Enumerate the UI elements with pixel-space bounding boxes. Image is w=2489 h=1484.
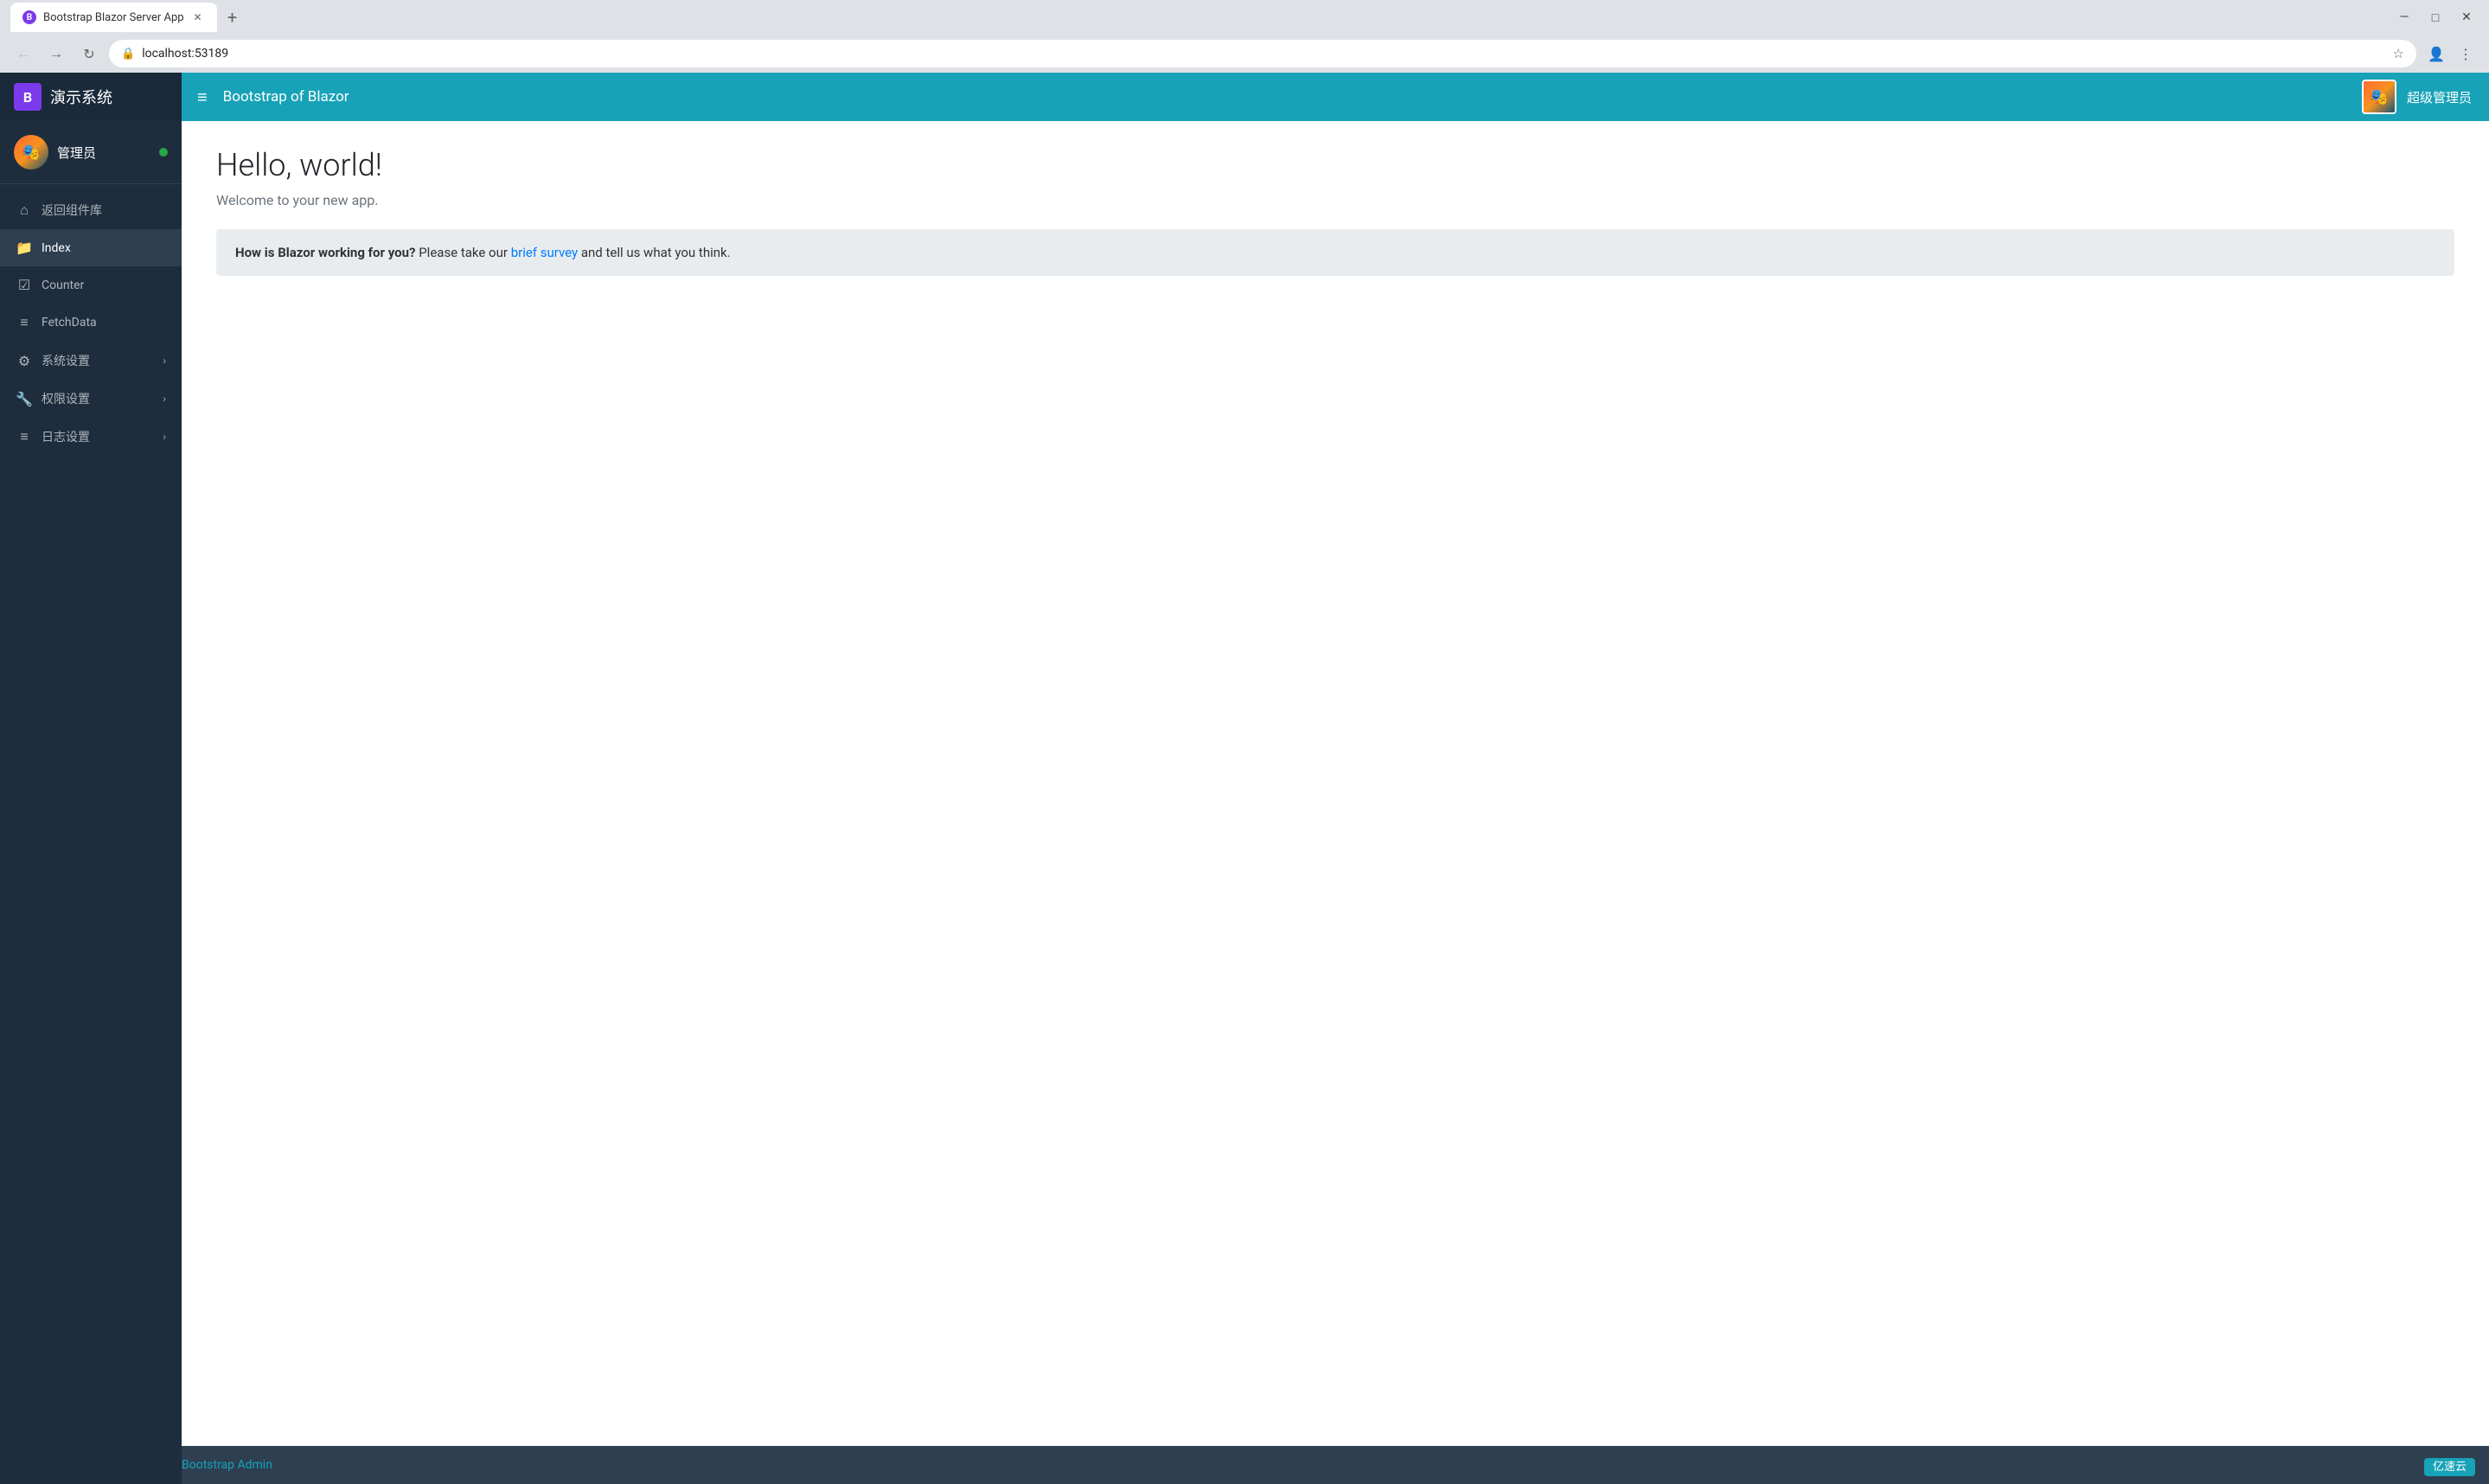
minimize-button[interactable]: — <box>2392 5 2416 29</box>
chevron-right-icon-3: › <box>163 431 166 443</box>
main-area: 🎭 管理员 ⌂ 返回组件库 📁 Index ☑ Counter <box>0 121 2489 1484</box>
browser-chrome: B Bootstrap Blazor Server App ✕ + — □ ✕ … <box>0 0 2489 73</box>
sidebar-item-permission-settings[interactable]: 🔧 权限设置 › <box>0 380 182 418</box>
chevron-right-icon: › <box>163 355 166 367</box>
page-subtitle: Welcome to your new app. <box>216 192 2454 208</box>
sidebar-item-index[interactable]: 📁 Index <box>0 229 182 266</box>
survey-bold-text: How is Blazor working for you? <box>235 245 415 260</box>
survey-box: How is Blazor working for you? Please ta… <box>216 229 2454 276</box>
navbar-right: 🎭 超级管理员 <box>2362 80 2489 114</box>
folder-icon: 📁 <box>16 240 33 256</box>
sidebar-item-permission-settings-label: 权限设置 <box>42 390 90 407</box>
home-icon: ⌂ <box>16 201 33 219</box>
bookmark-icon[interactable]: ☆ <box>2393 46 2404 61</box>
sidebar-username: 管理员 <box>57 144 150 162</box>
survey-link[interactable]: brief survey <box>511 245 578 260</box>
reload-button[interactable]: ↻ <box>76 41 102 67</box>
check-icon: ☑ <box>16 277 33 293</box>
sidebar-item-log-settings-label: 日志设置 <box>42 428 90 445</box>
brand-name: 演示系统 <box>50 86 112 108</box>
sidebar-item-index-label: Index <box>42 241 71 255</box>
sidebar-nav: ⌂ 返回组件库 📁 Index ☑ Counter ≡ FetchData ⚙ <box>0 184 182 463</box>
brand-logo: B <box>14 83 42 111</box>
browser-right-icons: 👤 ⋮ <box>2423 41 2479 67</box>
page-title: Hello, world! <box>216 147 2454 183</box>
online-status-dot <box>159 148 168 157</box>
address-bar[interactable]: 🔒 localhost:53189 ☆ <box>109 40 2416 67</box>
gear-icon: ⚙ <box>16 353 33 369</box>
url-text: localhost:53189 <box>142 47 2385 61</box>
sidebar-item-fetchdata[interactable]: ≡ FetchData <box>0 304 182 342</box>
brand-section: B 演示系统 <box>0 73 182 121</box>
close-button[interactable]: ✕ <box>2454 5 2479 29</box>
top-navbar: B 演示系统 ≡ Bootstrap of Blazor 🎭 超级管理员 <box>0 73 2489 121</box>
sidebar-item-system-settings[interactable]: ⚙ 系统设置 › <box>0 342 182 380</box>
footer: Bootstrap Admin 亿速云 <box>182 1446 2489 1484</box>
chevron-right-icon-2: › <box>163 393 166 405</box>
sidebar-item-counter[interactable]: ☑ Counter <box>0 266 182 304</box>
tab-close-button[interactable]: ✕ <box>191 10 205 24</box>
content-area: Hello, world! Welcome to your new app. H… <box>182 121 2489 1446</box>
tab-title: Bootstrap Blazor Server App <box>43 11 184 24</box>
sidebar-user-section: 🎭 管理员 <box>0 121 182 184</box>
footer-link[interactable]: Bootstrap Admin <box>182 1458 272 1472</box>
survey-end-text: and tell us what you think. <box>581 245 731 260</box>
browser-tabs: B Bootstrap Blazor Server App ✕ + <box>10 3 245 32</box>
footer-badge: 亿速云 <box>2424 1458 2475 1476</box>
app-wrapper: B 演示系统 ≡ Bootstrap of Blazor 🎭 超级管理员 🎭 管… <box>0 73 2489 1484</box>
menu-icon[interactable]: ⋮ <box>2453 41 2479 67</box>
user-avatar-image: 🎭 <box>2364 81 2395 112</box>
forward-button[interactable]: → <box>43 41 69 67</box>
browser-addressbar: ← → ↻ 🔒 localhost:53189 ☆ 👤 ⋮ <box>0 35 2489 73</box>
sidebar: 🎭 管理员 ⌂ 返回组件库 📁 Index ☑ Counter <box>0 121 182 1484</box>
maximize-button[interactable]: □ <box>2423 5 2447 29</box>
sidebar-item-back-label: 返回组件库 <box>42 201 102 219</box>
window-controls: — □ ✕ <box>2392 5 2479 29</box>
sidebar-item-system-settings-label: 系统设置 <box>42 352 90 369</box>
wrench-icon: 🔧 <box>16 391 33 407</box>
sidebar-avatar: 🎭 <box>14 135 48 170</box>
lock-icon: 🔒 <box>121 48 135 61</box>
list-icon: ≡ <box>16 428 33 445</box>
sidebar-avatar-image: 🎭 <box>14 135 48 170</box>
footer-right: 亿速云 <box>2424 1457 2489 1474</box>
survey-text: Please take our <box>419 245 510 260</box>
browser-titlebar: B Bootstrap Blazor Server App ✕ + — □ ✕ <box>0 0 2489 35</box>
new-tab-button[interactable]: + <box>221 5 245 29</box>
page-content: Hello, world! Welcome to your new app. H… <box>182 121 2489 1446</box>
navbar-toggle-button[interactable]: ≡ <box>182 86 223 108</box>
navbar-user-name: 超级管理员 <box>2407 88 2472 106</box>
sidebar-item-fetchdata-label: FetchData <box>42 316 97 329</box>
navbar-title: Bootstrap of Blazor <box>223 88 349 106</box>
database-icon: ≡ <box>16 314 33 331</box>
tab-favicon: B <box>22 10 36 24</box>
sidebar-item-back[interactable]: ⌂ 返回组件库 <box>0 191 182 229</box>
back-button[interactable]: ← <box>10 41 36 67</box>
sidebar-item-counter-label: Counter <box>42 278 84 292</box>
navbar-user-avatar: 🎭 <box>2362 80 2396 114</box>
browser-tab-active[interactable]: B Bootstrap Blazor Server App ✕ <box>10 3 217 32</box>
profile-icon[interactable]: 👤 <box>2423 41 2449 67</box>
address-right-icons: ☆ <box>2393 46 2404 61</box>
sidebar-item-log-settings[interactable]: ≡ 日志设置 › <box>0 418 182 456</box>
